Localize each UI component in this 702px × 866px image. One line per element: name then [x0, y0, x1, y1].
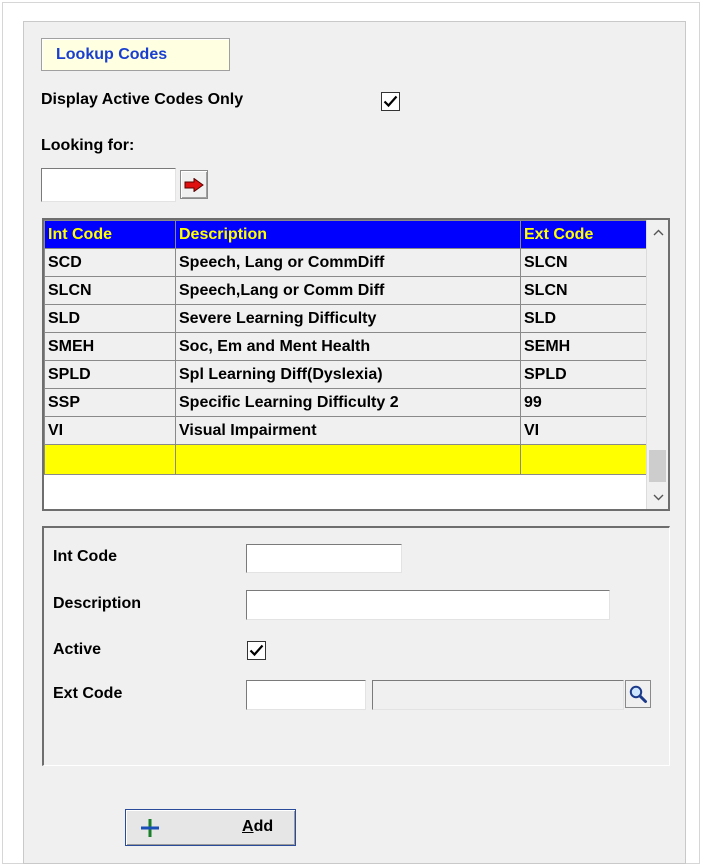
table-row[interactable]: SPLD Spl Learning Diff(Dyslexia) SPLD: [44, 360, 647, 389]
description-cell[interactable]: Soc, Em and Ment Health: [175, 332, 521, 361]
int-code-cell[interactable]: SMEH: [44, 332, 176, 361]
ext-code-cell[interactable]: VI: [520, 416, 647, 445]
ext-code-cell[interactable]: SPLD: [520, 360, 647, 389]
description-cell[interactable]: Speech, Lang or CommDiff: [175, 248, 521, 277]
code-detail-panel: Int Code Description Active Ext Code: [42, 526, 670, 766]
description-cell[interactable]: Visual Impairment: [175, 416, 521, 445]
scroll-up-button[interactable]: [647, 221, 668, 243]
table-row[interactable]: VI Visual Impairment VI: [44, 416, 647, 445]
grid-header-row: Int Code Description Ext Code: [44, 220, 647, 249]
ext-code-cell[interactable]: 99: [520, 388, 647, 417]
new-ext-code-cell[interactable]: [520, 444, 647, 475]
chevron-down-icon: [653, 494, 663, 500]
int-code-cell[interactable]: SLCN: [44, 276, 176, 305]
scroll-thumb[interactable]: [649, 450, 666, 482]
ext-code-cell[interactable]: SEMH: [520, 332, 647, 361]
int-code-label: Int Code: [53, 548, 117, 565]
ext-code-input[interactable]: [246, 680, 366, 710]
ext-code-label: Ext Code: [53, 685, 123, 702]
lookup-codes-title: Lookup Codes: [41, 38, 230, 71]
int-code-cell[interactable]: VI: [44, 416, 176, 445]
checkmark-icon: [249, 644, 264, 657]
codes-table: Int Code Description Ext Code SCD Speech…: [44, 220, 647, 475]
new-int-code-cell[interactable]: [44, 444, 176, 475]
plus-icon: [141, 819, 159, 837]
description-cell[interactable]: Severe Learning Difficulty: [175, 304, 521, 333]
column-header-int-code[interactable]: Int Code: [44, 220, 176, 249]
lookup-codes-grid: Int Code Description Ext Code SCD Speech…: [42, 218, 670, 511]
looking-for-label: Looking for:: [41, 137, 135, 154]
ext-code-cell[interactable]: SLD: [520, 304, 647, 333]
ext-code-description-field: [372, 680, 624, 710]
table-row[interactable]: SLD Severe Learning Difficulty SLD: [44, 304, 647, 333]
window-frame: Lookup Codes Display Active Codes Only L…: [2, 2, 700, 864]
table-row[interactable]: SMEH Soc, Em and Ment Health SEMH: [44, 332, 647, 361]
int-code-cell[interactable]: SPLD: [44, 360, 176, 389]
description-label: Description: [53, 595, 142, 612]
checkmark-icon: [383, 95, 398, 108]
column-header-description[interactable]: Description: [175, 220, 521, 249]
grid-vertical-scrollbar[interactable]: [646, 220, 668, 509]
table-row[interactable]: SSP Specific Learning Difficulty 2 99: [44, 388, 647, 417]
description-input[interactable]: [246, 590, 610, 620]
new-description-cell[interactable]: [175, 444, 521, 475]
table-row[interactable]: SLCN Speech,Lang or Comm Diff SLCN: [44, 276, 647, 305]
description-cell[interactable]: Specific Learning Difficulty 2: [175, 388, 521, 417]
new-record-row[interactable]: [44, 444, 647, 475]
lookup-panel: Lookup Codes Display Active Codes Only L…: [23, 21, 686, 864]
scroll-down-button[interactable]: [647, 486, 668, 508]
int-code-input[interactable]: [246, 544, 402, 573]
int-code-cell[interactable]: SCD: [44, 248, 176, 277]
add-button-label: Add: [242, 818, 274, 835]
int-code-cell[interactable]: SLD: [44, 304, 176, 333]
magnifier-icon: [629, 685, 647, 703]
active-codes-only-label: Display Active Codes Only: [41, 91, 244, 108]
column-header-ext-code[interactable]: Ext Code: [520, 220, 647, 249]
ext-code-cell[interactable]: SLCN: [520, 276, 647, 305]
table-row[interactable]: SCD Speech, Lang or CommDiff SLCN: [44, 248, 647, 277]
active-label: Active: [53, 641, 102, 658]
ext-code-lookup-button[interactable]: [625, 680, 651, 708]
int-code-cell[interactable]: SSP: [44, 388, 176, 417]
active-codes-only-checkbox[interactable]: [381, 92, 400, 111]
red-arrow-icon: [184, 177, 204, 192]
go-button[interactable]: [180, 170, 208, 199]
description-cell[interactable]: Spl Learning Diff(Dyslexia): [175, 360, 521, 389]
add-button[interactable]: Add: [125, 809, 296, 846]
chevron-up-icon: [653, 229, 663, 235]
looking-for-input[interactable]: [41, 168, 176, 202]
description-cell[interactable]: Speech,Lang or Comm Diff: [175, 276, 521, 305]
active-checkbox[interactable]: [247, 641, 266, 660]
ext-code-cell[interactable]: SLCN: [520, 248, 647, 277]
